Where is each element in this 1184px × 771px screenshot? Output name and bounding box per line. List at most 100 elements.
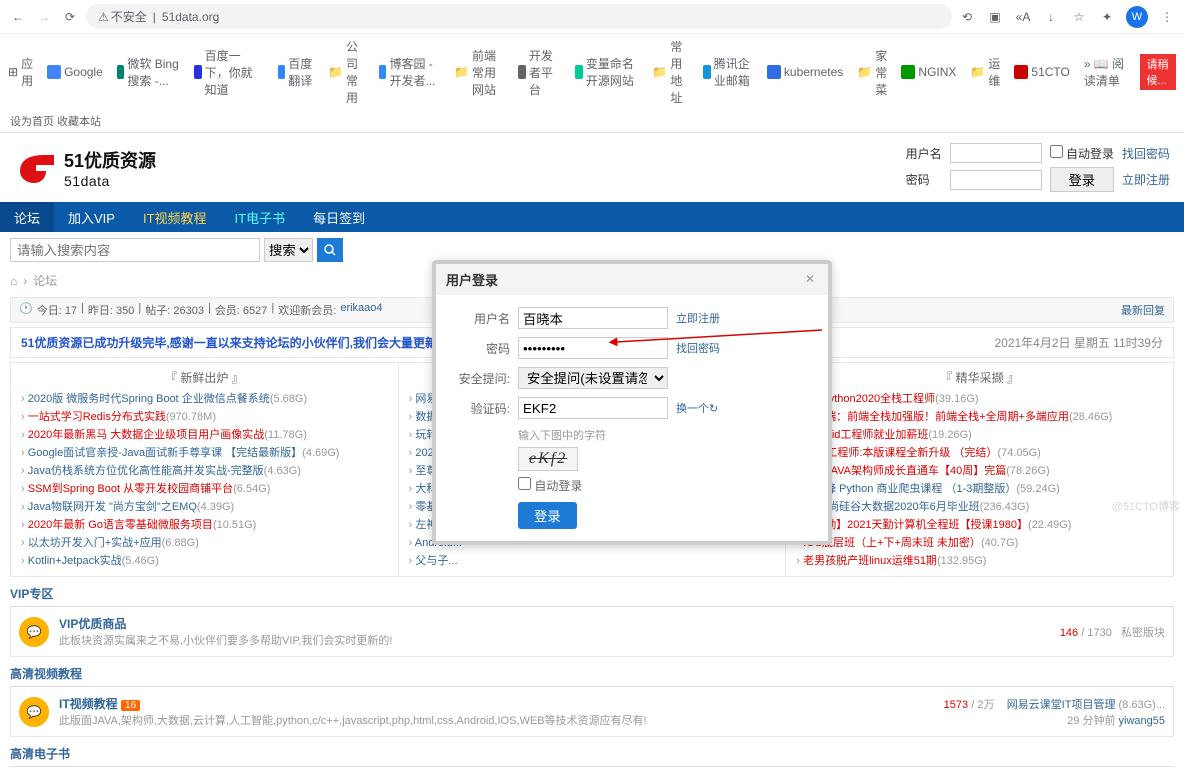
bm-cnblogs[interactable]: 博客园 - 开发者... — [379, 55, 440, 89]
notice-time: 2021年4月2日 星期五 11时39分 — [994, 334, 1163, 351]
list-item[interactable]: 【天勤】2021天勤计算机全程班【授课1980】(22.49G) — [796, 516, 1163, 534]
modal-captcha-input[interactable] — [518, 397, 668, 419]
nav-video[interactable]: IT视频教程 — [129, 202, 221, 232]
bm-google[interactable]: Google — [47, 65, 103, 79]
modal-forgot-link[interactable]: 找回密码 — [676, 340, 720, 356]
nav-forum[interactable]: 论坛 — [0, 202, 54, 232]
bm-folder3[interactable]: 📁常用地址 — [652, 38, 689, 106]
site-header: 51优质资源 51data 用户名 自动登录 找回密码 密码 登录 立即注册 — [0, 133, 1184, 202]
vip-forum-row[interactable]: 💬 VIP优质商品 此板块资源实属来之不易,小伙伴们要多多帮助VIP,我们会实时… — [10, 607, 1174, 657]
list-item[interactable]: 2020年最新 Go语言零基础微服务项目(10.51G) — [21, 516, 388, 534]
sub-bar: 设为首页 收藏本站 — [0, 110, 1184, 132]
list-item[interactable]: 补链 尚硅谷大数据2020年6月毕业班(236.43G) — [796, 498, 1163, 516]
sync-icon[interactable]: ⟲ — [958, 10, 976, 24]
bm-k8s[interactable]: kubernetes — [767, 65, 843, 79]
site-logo[interactable]: 51优质资源 51data — [14, 147, 156, 189]
bm-baidu[interactable]: 百度一下，你就知道 — [194, 47, 264, 98]
translate-icon[interactable]: «A — [1014, 10, 1032, 24]
bm-folder4[interactable]: 📁家常菜 — [857, 47, 887, 98]
nav-checkin[interactable]: 每日签到 — [299, 202, 379, 232]
modal-question-select[interactable]: 安全提问(未设置请忽略) — [518, 367, 668, 389]
modal-password-input[interactable] — [518, 337, 668, 359]
bm-var[interactable]: 变量命名开源网站 — [575, 55, 638, 89]
site-title-en: 51data — [64, 173, 156, 189]
list-item[interactable]: 大前端：前端全栈加强版！前端全栈+全周期+多端应用(28.46G) — [796, 408, 1163, 426]
back-button[interactable]: ← — [8, 7, 28, 27]
col-fresh-title: 『 新鲜出炉 』 — [11, 367, 398, 388]
download-icon[interactable]: ↓ — [1042, 10, 1060, 24]
bm-qqmail[interactable]: 腾讯企业邮箱 — [703, 55, 753, 89]
apps-icon[interactable]: ⊞ 应用 — [8, 55, 33, 89]
list-item[interactable]: 以太坊开发入门+实战+应用(6.88G) — [21, 534, 388, 552]
bm-dev[interactable]: 开发者平台 — [518, 47, 561, 98]
list-item[interactable]: 2020版 微服务时代Spring Boot 企业微信点餐系统(5.68G) — [21, 390, 388, 408]
bm-nginx[interactable]: NGINX — [901, 65, 956, 79]
vip-title: VIP专区 — [10, 581, 1174, 607]
ext-icon[interactable]: ▣ — [986, 10, 1004, 24]
list-item[interactable]: Android... — [409, 534, 776, 552]
auto-login-check[interactable]: 自动登录 — [1050, 145, 1114, 162]
stat-yesterday: 昨日: 350 — [88, 302, 134, 318]
video-forum-row[interactable]: 💬 IT视频教程 16 此版面JAVA,架构师,大数据,云计算,人工智能,pyt… — [10, 687, 1174, 737]
list-item[interactable]: 廖雪峰 Python 商业爬虫课程 （1-3期整版）(59.24G) — [796, 480, 1163, 498]
modal-register-link[interactable]: 立即注册 — [676, 310, 720, 326]
list-item[interactable]: MK python2020全栈工程师(39.16G) — [796, 390, 1163, 408]
forward-button[interactable]: → — [34, 7, 54, 27]
list-item[interactable]: 高速JAVA架构师成长直通车【40周】完篇(78.26G) — [796, 462, 1163, 480]
latest-reply-link[interactable]: 最新回复 — [1121, 302, 1165, 318]
close-icon[interactable]: ✕ — [802, 272, 818, 288]
home-icon[interactable]: ⌂ — [10, 274, 17, 288]
clock-icon: 🕐 — [19, 302, 33, 318]
reload-button[interactable]: ⟳ — [60, 7, 80, 27]
bm-folder1[interactable]: 📁公司常用 — [328, 38, 365, 106]
search-scope[interactable]: 搜索 — [264, 238, 313, 262]
address-bar[interactable]: ⚠ 不安全 | 51data.org — [86, 4, 952, 29]
list-item[interactable]: Android工程师就业加薪班(19.26G) — [796, 426, 1163, 444]
modal-title: 用户登录 — [446, 270, 498, 289]
modal-captcha-label: 验证码: — [454, 400, 510, 417]
modal-username-input[interactable] — [518, 307, 668, 329]
bm-51cto[interactable]: 51CTO — [1014, 65, 1069, 79]
profile-avatar[interactable]: W — [1126, 6, 1148, 28]
list-item[interactable]: 2020年最新黑马 大数据企业级项目用户画像实战(11.78G) — [21, 426, 388, 444]
list-item[interactable]: Java工程师:本版课程全新升级 （完结）(74.05G) — [796, 444, 1163, 462]
bm-folder5[interactable]: 📁运维 — [970, 55, 1000, 89]
col-fresh: 『 新鲜出炉 』 2020版 微服务时代Spring Boot 企业微信点餐系统… — [11, 363, 399, 576]
modal-refresh-captcha[interactable]: 换一个↻ — [676, 400, 718, 416]
register-link[interactable]: 立即注册 — [1122, 171, 1170, 188]
stat-members: 会员: 6527 — [215, 302, 268, 318]
bm-bing[interactable]: 微软 Bing 搜索 -... — [117, 55, 180, 89]
list-item[interactable]: Java物联网开发 "尚方宝剑"之EMQ(4.39G) — [21, 498, 388, 516]
bookmark-icon[interactable]: ☆ — [1070, 10, 1088, 24]
modal-pass-label: 密码 — [454, 340, 510, 357]
search-input[interactable] — [10, 238, 260, 262]
captcha-image[interactable]: eKf2 — [518, 447, 578, 471]
puzzle-icon[interactable]: ✦ — [1098, 10, 1116, 24]
header-login-button[interactable]: 登录 — [1050, 167, 1114, 192]
list-item[interactable]: SSM到Spring Boot 从零开发校园商铺平台(6.54G) — [21, 480, 388, 498]
header-username-input[interactable] — [950, 143, 1042, 163]
list-item[interactable]: 父与子... — [409, 552, 776, 570]
video-forum-name[interactable]: IT视频教程 — [59, 697, 118, 711]
stat-newmember[interactable]: erikaao4 — [340, 302, 382, 318]
bm-folder2[interactable]: 📁前端常用网站 — [454, 47, 504, 98]
list-item[interactable]: Kotlin+Jetpack实战(5.46G) — [21, 552, 388, 570]
nav-vip[interactable]: 加入VIP — [54, 202, 129, 232]
modal-auto-login[interactable]: 自动登录 — [518, 477, 810, 494]
reading-list[interactable]: » 📖 阅读清单 — [1084, 55, 1127, 89]
header-password-input[interactable] — [950, 170, 1042, 190]
list-item[interactable]: Google面试官亲授-Java面试新手尊享课 【完结最新版】(4.69G) — [21, 444, 388, 462]
crumb-forum[interactable]: 论坛 — [33, 272, 57, 289]
list-item[interactable]: 一站式学习Redis分布式实践(970.78M) — [21, 408, 388, 426]
menu-icon[interactable]: ⋮ — [1158, 10, 1176, 24]
search-button[interactable] — [317, 238, 343, 262]
list-item[interactable]: IOS底层班（上+下+周末班 未加密）(40.7G) — [796, 534, 1163, 552]
list-item[interactable]: 老男孩脱产班linux运维51期(132.95G) — [796, 552, 1163, 570]
list-item[interactable]: Java仿栈系统方位优化高性能高并发实战-完整版(4.63G) — [21, 462, 388, 480]
ebook-title: 高清电子书 — [10, 741, 1174, 767]
nav-ebook[interactable]: IT电子书 — [221, 202, 300, 232]
vip-forum-name[interactable]: VIP优质商品 — [59, 615, 1060, 632]
forgot-link[interactable]: 找回密码 — [1122, 145, 1170, 162]
list-item[interactable]: 左神算... — [409, 516, 776, 534]
bm-fanyi[interactable]: 百度翻译 — [278, 55, 314, 89]
